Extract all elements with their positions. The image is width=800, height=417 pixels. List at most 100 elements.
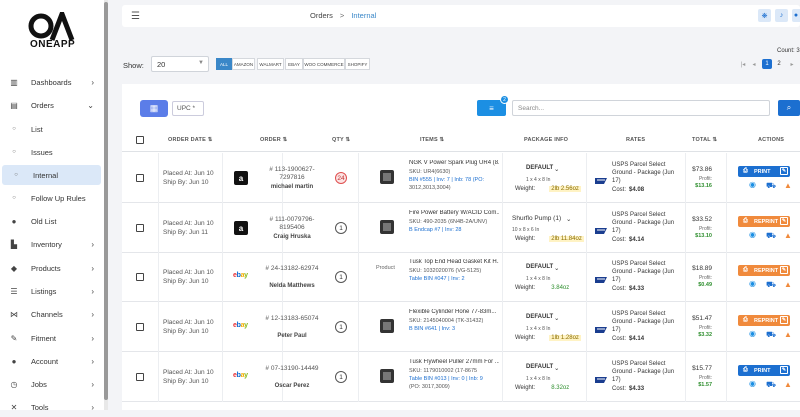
- order-number[interactable]: # 07-13190-14449: [262, 365, 322, 373]
- header-items[interactable]: ITEMS ⇅: [420, 137, 444, 143]
- chevron-down-icon[interactable]: ⌄: [554, 364, 559, 372]
- sidebar-item-follow-up-rules[interactable]: ○ Follow Up Rules: [0, 188, 102, 208]
- reprint-button[interactable]: ⎙ REPRINT ✎: [738, 265, 790, 276]
- sidebar-item-jobs[interactable]: ◷ Jobs ›: [0, 374, 102, 394]
- package-select[interactable]: DEFAULT: [526, 264, 553, 270]
- order-number[interactable]: # 113-1900627-7297816: [262, 166, 322, 182]
- chevron-down-icon[interactable]: ⌄: [554, 165, 559, 173]
- sidebar-item-fitment[interactable]: ✎ Fitment ›: [0, 328, 102, 348]
- item-title[interactable]: Fire Power Battery W/ACID Com...: [409, 210, 499, 216]
- marketplace-tab-all[interactable]: ALL: [216, 58, 232, 70]
- view-eye-icon[interactable]: ◉: [749, 279, 756, 288]
- ship-by: Ship By: Jun 11: [163, 229, 209, 236]
- rate-carrier[interactable]: USPS Parcel Select Ground - Package (Jun…: [612, 161, 682, 185]
- upc-select[interactable]: UPC *: [172, 101, 204, 116]
- sidebar-item-dashboards[interactable]: ▥ Dashboards ›: [0, 72, 102, 92]
- page-size-select[interactable]: 20 ▼: [151, 56, 209, 72]
- item-title[interactable]: Tusk Flywheel Puller 27mm For ...: [409, 359, 499, 365]
- item-title[interactable]: NGK V Power Spark Plug UR4 (8...: [409, 160, 499, 166]
- header-order[interactable]: ORDER ⇅: [260, 137, 287, 143]
- sidebar-item-tools[interactable]: ✕ Tools ›: [0, 397, 102, 417]
- user-menu-icon[interactable]: ●: [792, 9, 800, 22]
- sidebar-item-channels[interactable]: ⋈ Channels ›: [0, 304, 102, 324]
- header-order-date[interactable]: ORDER DATE ⇅: [168, 137, 213, 143]
- sidebar-scrollbar-thumb[interactable]: [104, 2, 108, 400]
- paw-icon[interactable]: ❋: [758, 9, 771, 22]
- chevron-down-icon[interactable]: ⌄: [554, 264, 559, 272]
- package-select[interactable]: DEFAULT: [526, 364, 553, 370]
- rate-carrier[interactable]: USPS Parcel Select Ground - Package (Jun…: [612, 260, 682, 284]
- rate-carrier[interactable]: USPS Parcel Select Ground - Package (Jun…: [612, 211, 682, 235]
- settings-icon[interactable]: ✎: [780, 217, 788, 225]
- view-eye-icon[interactable]: ◉: [749, 180, 756, 189]
- warning-icon[interactable]: ▲: [784, 231, 792, 240]
- sidebar-item-inventory[interactable]: ▙ Inventory ›: [0, 234, 102, 254]
- select-all-checkbox[interactable]: [136, 136, 144, 144]
- sidebar-item-old-list[interactable]: ● Old List: [0, 211, 102, 231]
- chevron-down-icon[interactable]: ⌄: [554, 314, 559, 322]
- warning-icon[interactable]: ▲: [784, 380, 792, 389]
- bell-icon[interactable]: ♪: [775, 9, 788, 22]
- page-2-button[interactable]: 2: [774, 59, 784, 69]
- order-number[interactable]: # 111-0079796-8195406: [262, 216, 322, 232]
- shipping-truck-icon[interactable]: ⛟: [766, 181, 776, 191]
- header-qty[interactable]: QTY ⇅: [332, 137, 350, 143]
- shipping-truck-icon[interactable]: ⛟: [766, 280, 776, 290]
- marketplace-tab-shopify[interactable]: SHOPIFY: [345, 58, 370, 70]
- rate-carrier[interactable]: USPS Parcel Select Ground - Package (Jun…: [612, 310, 682, 334]
- row-checkbox[interactable]: [136, 273, 144, 281]
- reprint-button[interactable]: ⎙ REPRINT ✎: [738, 216, 790, 227]
- chevron-down-icon[interactable]: ⌄: [566, 215, 571, 223]
- marketplace-tab-amazon[interactable]: AMAZON: [232, 58, 255, 70]
- settings-icon[interactable]: ✎: [780, 266, 788, 274]
- row-checkbox[interactable]: [136, 224, 144, 232]
- view-eye-icon[interactable]: ◉: [749, 379, 756, 388]
- breadcrumb-orders[interactable]: Orders: [310, 11, 333, 20]
- first-page-icon[interactable]: |◂: [738, 59, 748, 69]
- row-checkbox[interactable]: [136, 323, 144, 331]
- warning-icon[interactable]: ▲: [784, 280, 792, 289]
- page-1-button[interactable]: 1: [762, 59, 772, 69]
- sidebar-item-account[interactable]: ● Account ›: [0, 351, 102, 371]
- sidebar-item-internal[interactable]: ○ Internal: [2, 165, 101, 185]
- order-number[interactable]: # 24-13182-62974: [262, 265, 322, 273]
- view-eye-icon[interactable]: ◉: [749, 329, 756, 338]
- package-select[interactable]: Shurflo Pump (1): [512, 215, 561, 222]
- edit-icon[interactable]: ✎: [780, 167, 788, 175]
- reprint-button[interactable]: ⎙ REPRINT ✎: [738, 315, 790, 326]
- next-page-icon[interactable]: ▸: [787, 59, 797, 69]
- sidebar-item-list[interactable]: ○ List: [0, 119, 102, 139]
- settings-icon[interactable]: ✎: [780, 316, 788, 324]
- shipping-truck-icon[interactable]: ⛟: [766, 330, 776, 340]
- sidebar-item-orders[interactable]: ▤ Orders ⌄: [0, 95, 102, 115]
- sidebar-item-listings[interactable]: ☰ Listings ›: [0, 281, 102, 301]
- shipping-truck-icon[interactable]: ⛟: [766, 231, 776, 241]
- marketplace-tab-ebay[interactable]: EBAY: [285, 58, 303, 70]
- print-button[interactable]: ⎙ PRINT ✎: [738, 166, 790, 177]
- hamburger-menu-icon[interactable]: ☰: [131, 11, 140, 22]
- item-title[interactable]: Flexible Cylinder Hone 77-83m...: [409, 309, 499, 315]
- marketplace-tab-woo-commerce[interactable]: WOO COMMERCE: [303, 58, 345, 70]
- header-total[interactable]: TOTAL ⇅: [692, 137, 717, 143]
- sidebar-item-products[interactable]: ◆ Products ›: [0, 258, 102, 278]
- row-checkbox[interactable]: [136, 174, 144, 182]
- rate-carrier[interactable]: USPS Parcel Select Ground - Package (Jun…: [612, 360, 682, 384]
- package-select[interactable]: DEFAULT: [526, 165, 553, 171]
- warning-icon[interactable]: ▲: [784, 330, 792, 339]
- prev-page-icon[interactable]: ◂: [749, 59, 759, 69]
- row-checkbox[interactable]: [136, 373, 144, 381]
- search-icon[interactable]: ⌕: [778, 100, 800, 116]
- column-divider: [358, 153, 359, 203]
- grid-view-icon[interactable]: ▦: [140, 100, 168, 117]
- warning-icon[interactable]: ▲: [784, 181, 792, 190]
- item-title[interactable]: Tusk Top End Head Gasket Kit H...: [409, 259, 499, 265]
- sidebar-item-issues[interactable]: ○ Issues: [0, 142, 102, 162]
- order-number[interactable]: # 12-13183-65074: [262, 315, 322, 323]
- edit-icon[interactable]: ✎: [780, 366, 788, 374]
- package-select[interactable]: DEFAULT: [526, 314, 553, 320]
- marketplace-tab-walmart[interactable]: WALMART: [257, 58, 284, 70]
- print-button[interactable]: ⎙ PRINT ✎: [738, 365, 790, 376]
- search-input[interactable]: Search...: [512, 100, 770, 116]
- view-eye-icon[interactable]: ◉: [749, 230, 756, 239]
- shipping-truck-icon[interactable]: ⛟: [766, 380, 776, 390]
